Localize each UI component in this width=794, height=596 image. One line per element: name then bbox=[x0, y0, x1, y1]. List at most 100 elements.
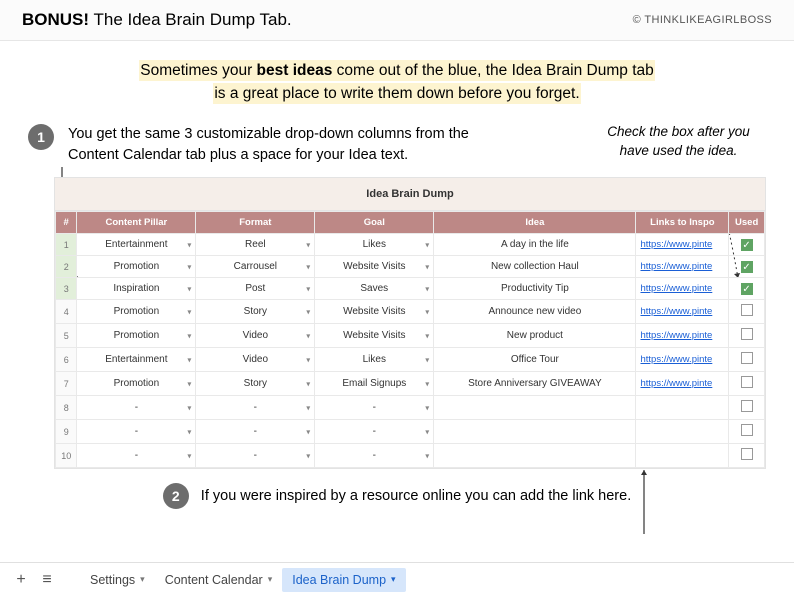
format-cell[interactable]: Video▾ bbox=[196, 348, 315, 372]
idea-cell[interactable]: Store Anniversary GIVEAWAY bbox=[434, 372, 636, 396]
link-cell[interactable] bbox=[636, 444, 729, 468]
chevron-down-icon[interactable]: ▾ bbox=[425, 427, 429, 436]
link-cell[interactable]: https://www.pinte bbox=[636, 372, 729, 396]
inspo-link[interactable]: https://www.pinte bbox=[640, 239, 724, 250]
used-checkbox[interactable] bbox=[741, 304, 753, 316]
col-idea[interactable]: Idea bbox=[434, 212, 636, 234]
used-cell[interactable]: ✓ bbox=[729, 234, 765, 256]
chevron-down-icon[interactable]: ▾ bbox=[425, 307, 429, 316]
chevron-down-icon[interactable]: ▾ bbox=[187, 331, 191, 340]
used-cell[interactable]: ✓ bbox=[729, 256, 765, 278]
chevron-down-icon[interactable]: ▾ bbox=[306, 284, 310, 293]
used-cell[interactable] bbox=[729, 300, 765, 324]
idea-cell[interactable] bbox=[434, 396, 636, 420]
pillar-cell[interactable]: -▾ bbox=[77, 444, 196, 468]
goal-cell[interactable]: Likes▾ bbox=[315, 234, 434, 256]
chevron-down-icon[interactable]: ▾ bbox=[306, 331, 310, 340]
link-cell[interactable]: https://www.pinte bbox=[636, 234, 729, 256]
tab-settings[interactable]: Settings▾ bbox=[80, 568, 155, 592]
link-cell[interactable]: https://www.pinte bbox=[636, 348, 729, 372]
format-cell[interactable]: Story▾ bbox=[196, 372, 315, 396]
used-checkbox[interactable] bbox=[741, 424, 753, 436]
chevron-down-icon[interactable]: ▾ bbox=[306, 262, 310, 271]
goal-cell[interactable]: Saves▾ bbox=[315, 278, 434, 300]
goal-cell[interactable]: Email Signups▾ bbox=[315, 372, 434, 396]
format-cell[interactable]: -▾ bbox=[196, 420, 315, 444]
used-checkbox[interactable] bbox=[741, 352, 753, 364]
goal-cell[interactable]: -▾ bbox=[315, 420, 434, 444]
used-cell[interactable] bbox=[729, 324, 765, 348]
chevron-down-icon[interactable]: ▾ bbox=[306, 403, 310, 412]
used-cell[interactable] bbox=[729, 420, 765, 444]
used-checkbox[interactable] bbox=[741, 376, 753, 388]
inspo-link[interactable]: https://www.pinte bbox=[640, 261, 724, 272]
used-cell[interactable] bbox=[729, 372, 765, 396]
chevron-down-icon[interactable]: ▾ bbox=[425, 403, 429, 412]
col-goal[interactable]: Goal bbox=[315, 212, 434, 234]
inspo-link[interactable]: https://www.pinte bbox=[640, 354, 724, 365]
col-pillar[interactable]: Content Pillar bbox=[77, 212, 196, 234]
pillar-cell[interactable]: Entertainment▾ bbox=[77, 234, 196, 256]
used-checkbox[interactable]: ✓ bbox=[741, 239, 753, 251]
used-checkbox[interactable] bbox=[741, 448, 753, 460]
inspo-link[interactable]: https://www.pinte bbox=[640, 283, 724, 294]
chevron-down-icon[interactable]: ▾ bbox=[425, 331, 429, 340]
used-checkbox[interactable] bbox=[741, 400, 753, 412]
goal-cell[interactable]: Likes▾ bbox=[315, 348, 434, 372]
inspo-link[interactable]: https://www.pinte bbox=[640, 378, 724, 389]
link-cell[interactable]: https://www.pinte bbox=[636, 300, 729, 324]
used-checkbox[interactable] bbox=[741, 328, 753, 340]
pillar-cell[interactable]: -▾ bbox=[77, 420, 196, 444]
pillar-cell[interactable]: -▾ bbox=[77, 396, 196, 420]
format-cell[interactable]: -▾ bbox=[196, 396, 315, 420]
idea-cell[interactable]: Productivity Tip bbox=[434, 278, 636, 300]
add-sheet-icon[interactable]: + bbox=[10, 571, 32, 589]
idea-cell[interactable] bbox=[434, 444, 636, 468]
chevron-down-icon[interactable]: ▾ bbox=[306, 240, 310, 249]
chevron-down-icon[interactable]: ▾ bbox=[187, 240, 191, 249]
format-cell[interactable]: Story▾ bbox=[196, 300, 315, 324]
chevron-down-icon[interactable]: ▾ bbox=[187, 355, 191, 364]
goal-cell[interactable]: Website Visits▾ bbox=[315, 256, 434, 278]
chevron-down-icon[interactable]: ▾ bbox=[187, 307, 191, 316]
chevron-down-icon[interactable]: ▾ bbox=[187, 427, 191, 436]
link-cell[interactable]: https://www.pinte bbox=[636, 256, 729, 278]
chevron-down-icon[interactable]: ▾ bbox=[306, 307, 310, 316]
pillar-cell[interactable]: Promotion▾ bbox=[77, 324, 196, 348]
pillar-cell[interactable]: Inspiration▾ bbox=[77, 278, 196, 300]
link-cell[interactable] bbox=[636, 396, 729, 420]
idea-cell[interactable]: Office Tour bbox=[434, 348, 636, 372]
idea-cell[interactable] bbox=[434, 420, 636, 444]
pillar-cell[interactable]: Entertainment▾ bbox=[77, 348, 196, 372]
chevron-down-icon[interactable]: ▾ bbox=[187, 451, 191, 460]
tab-content-calendar[interactable]: Content Calendar▾ bbox=[155, 568, 283, 592]
chevron-down-icon[interactable]: ▾ bbox=[187, 379, 191, 388]
chevron-down-icon[interactable]: ▾ bbox=[306, 427, 310, 436]
goal-cell[interactable]: -▾ bbox=[315, 444, 434, 468]
pillar-cell[interactable]: Promotion▾ bbox=[77, 300, 196, 324]
idea-cell[interactable]: A day in the life bbox=[434, 234, 636, 256]
format-cell[interactable]: Video▾ bbox=[196, 324, 315, 348]
format-cell[interactable]: Reel▾ bbox=[196, 234, 315, 256]
link-cell[interactable] bbox=[636, 420, 729, 444]
chevron-down-icon[interactable]: ▾ bbox=[425, 240, 429, 249]
chevron-down-icon[interactable]: ▾ bbox=[306, 355, 310, 364]
chevron-down-icon[interactable]: ▾ bbox=[187, 262, 191, 271]
col-links[interactable]: Links to Inspo bbox=[636, 212, 729, 234]
used-cell[interactable]: ✓ bbox=[729, 278, 765, 300]
used-cell[interactable] bbox=[729, 444, 765, 468]
chevron-down-icon[interactable]: ▾ bbox=[425, 262, 429, 271]
tab-idea-brain-dump[interactable]: Idea Brain Dump▾ bbox=[282, 568, 405, 592]
chevron-down-icon[interactable]: ▾ bbox=[425, 451, 429, 460]
used-cell[interactable] bbox=[729, 348, 765, 372]
col-used[interactable]: Used bbox=[729, 212, 765, 234]
chevron-down-icon[interactable]: ▾ bbox=[306, 451, 310, 460]
used-cell[interactable] bbox=[729, 396, 765, 420]
link-cell[interactable]: https://www.pinte bbox=[636, 324, 729, 348]
chevron-down-icon[interactable]: ▾ bbox=[306, 379, 310, 388]
chevron-down-icon[interactable]: ▾ bbox=[187, 403, 191, 412]
format-cell[interactable]: -▾ bbox=[196, 444, 315, 468]
all-sheets-icon[interactable]: ≡ bbox=[36, 571, 58, 589]
pillar-cell[interactable]: Promotion▾ bbox=[77, 372, 196, 396]
idea-cell[interactable]: New collection Haul bbox=[434, 256, 636, 278]
